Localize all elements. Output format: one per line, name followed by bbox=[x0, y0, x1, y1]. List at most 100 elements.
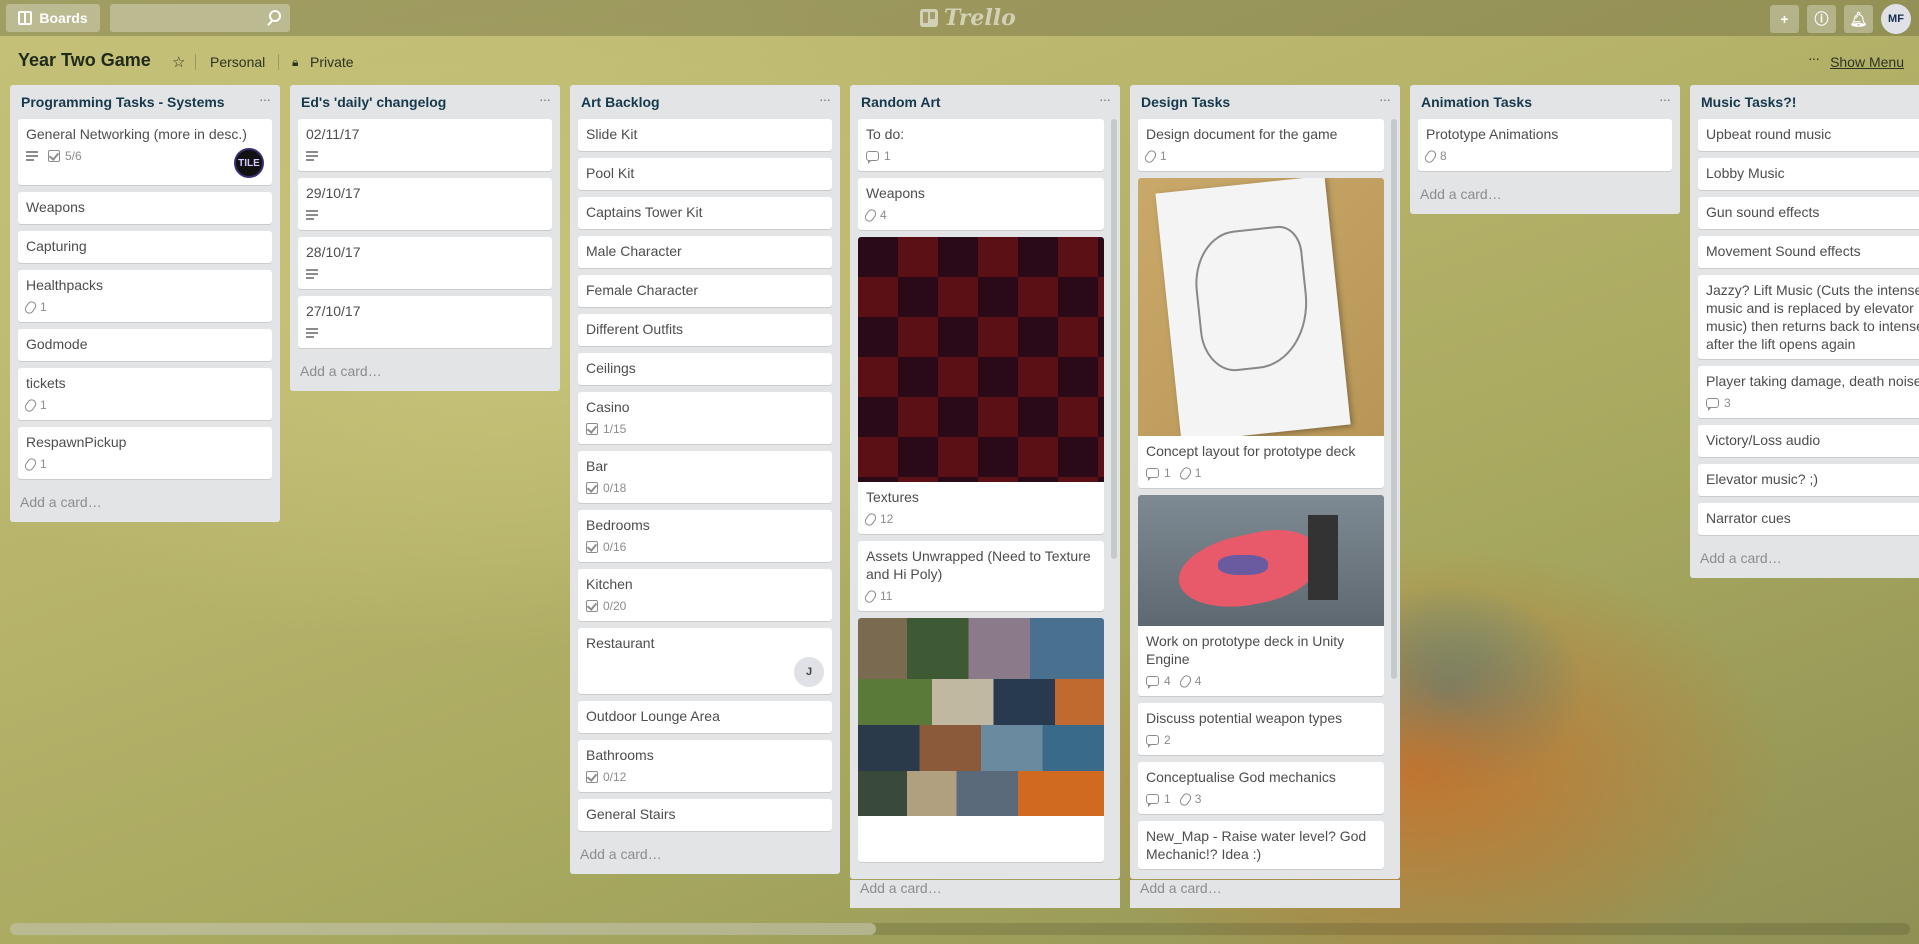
list-menu-icon[interactable]: ··· bbox=[1099, 91, 1111, 107]
list: Programming Tasks - Systems ··· General … bbox=[10, 85, 280, 522]
list-title[interactable]: Music Tasks?! bbox=[1701, 94, 1796, 110]
card[interactable]: Victory/Loss audio bbox=[1698, 425, 1919, 457]
card[interactable]: Discuss potential weapon types 2 bbox=[1138, 703, 1384, 755]
board-title[interactable]: Year Two Game bbox=[18, 50, 151, 71]
card[interactable]: 29/10/17 bbox=[298, 178, 552, 230]
list-menu-icon[interactable]: ··· bbox=[1659, 91, 1671, 107]
list-menu-icon[interactable]: ··· bbox=[819, 91, 831, 107]
list-title[interactable]: Ed's 'daily' changelog bbox=[301, 94, 446, 110]
card[interactable]: Pool Kit bbox=[578, 158, 832, 190]
card[interactable]: Narrator cues bbox=[1698, 503, 1919, 535]
card[interactable]: Assets Unwrapped (Need to Texture and Hi… bbox=[858, 541, 1104, 611]
card[interactable]: RespawnPickup 1 bbox=[18, 427, 272, 479]
list-header[interactable]: Random Art ··· bbox=[850, 85, 1120, 119]
card[interactable] bbox=[858, 618, 1104, 862]
board-visibility[interactable]: Private bbox=[310, 54, 354, 70]
checklist-icon bbox=[586, 771, 598, 783]
card[interactable]: Jazzy? Lift Music (Cuts the intense musi… bbox=[1698, 275, 1919, 359]
card[interactable]: Restaurant J bbox=[578, 628, 832, 694]
list-header[interactable]: Design Tasks ··· bbox=[1130, 85, 1400, 119]
card[interactable]: Upbeat round music bbox=[1698, 119, 1919, 151]
card[interactable]: 02/11/17 bbox=[298, 119, 552, 171]
card[interactable]: Prototype Animations 8 bbox=[1418, 119, 1672, 171]
member-avatar[interactable]: J bbox=[794, 657, 824, 687]
card[interactable]: Work on prototype deck in Unity Engine 4… bbox=[1138, 495, 1384, 696]
list-scrollbar[interactable] bbox=[1391, 119, 1397, 679]
card[interactable]: Bedrooms 0/16 bbox=[578, 510, 832, 562]
card[interactable]: General Stairs bbox=[578, 799, 832, 831]
card[interactable]: Gun sound effects bbox=[1698, 197, 1919, 229]
scrollbar-thumb[interactable] bbox=[10, 923, 876, 935]
card[interactable]: Bathrooms 0/12 bbox=[578, 740, 832, 792]
list-menu-icon[interactable]: ··· bbox=[259, 91, 271, 107]
card[interactable]: Outdoor Lounge Area bbox=[578, 701, 832, 733]
card[interactable]: Captains Tower Kit bbox=[578, 197, 832, 229]
board-horizontal-scrollbar[interactable] bbox=[10, 923, 1910, 935]
list-title[interactable]: Art Backlog bbox=[581, 94, 660, 110]
card[interactable]: Kitchen 0/20 bbox=[578, 569, 832, 621]
add-card-button[interactable]: Add a card… bbox=[10, 486, 280, 522]
list-scroll-area[interactable]: Design document for the game 1 Concept l… bbox=[1130, 119, 1400, 879]
card[interactable]: Healthpacks 1 bbox=[18, 270, 272, 322]
card[interactable]: Different Outfits bbox=[578, 314, 832, 346]
card[interactable]: Bar 0/18 bbox=[578, 451, 832, 503]
list-title[interactable]: Random Art bbox=[861, 94, 941, 110]
add-card-button[interactable]: Add a card… bbox=[1130, 880, 1400, 908]
card-title: Work on prototype deck in Unity Engine bbox=[1146, 633, 1345, 667]
list-header[interactable]: Programming Tasks - Systems ··· bbox=[10, 85, 280, 119]
star-icon[interactable]: ☆ bbox=[172, 53, 185, 71]
list-title[interactable]: Programming Tasks - Systems bbox=[21, 94, 225, 110]
info-button[interactable]: ⓘ bbox=[1807, 5, 1836, 33]
card[interactable]: Conceptualise God mechanics 1 3 bbox=[1138, 762, 1384, 814]
card[interactable]: Casino 1/15 bbox=[578, 392, 832, 444]
card[interactable]: Design document for the game 1 bbox=[1138, 119, 1384, 171]
card[interactable]: General Networking (more in desc.) 5/6 T… bbox=[18, 119, 272, 185]
card[interactable]: Movement Sound effects bbox=[1698, 236, 1919, 268]
card[interactable]: Ceilings bbox=[578, 353, 832, 385]
board-team[interactable]: Personal bbox=[210, 54, 265, 70]
list-title[interactable]: Design Tasks bbox=[1141, 94, 1230, 110]
notifications-button[interactable]: 🔔︎ bbox=[1844, 5, 1873, 33]
card[interactable]: 28/10/17 bbox=[298, 237, 552, 289]
list-scroll-area[interactable]: To do: 1 Weapons 4 Textures 12 Assets Un… bbox=[850, 119, 1120, 879]
card[interactable]: Weapons 4 bbox=[858, 178, 1104, 230]
card[interactable]: Lobby Music bbox=[1698, 158, 1919, 190]
card[interactable]: Slide Kit bbox=[578, 119, 832, 151]
card[interactable]: Female Character bbox=[578, 275, 832, 307]
trello-logo[interactable]: Trello bbox=[920, 3, 1016, 33]
card-title: Weapons bbox=[866, 185, 925, 201]
list-header[interactable]: Animation Tasks ··· bbox=[1410, 85, 1680, 119]
card-title: Captains Tower Kit bbox=[586, 204, 703, 220]
card[interactable]: Capturing bbox=[18, 231, 272, 263]
list-scrollbar[interactable] bbox=[1111, 119, 1117, 559]
list-header[interactable]: Art Backlog ··· bbox=[570, 85, 840, 119]
list-menu-icon[interactable]: ··· bbox=[539, 91, 551, 107]
card[interactable]: Player taking damage, death noise 3 bbox=[1698, 366, 1919, 418]
add-card-button[interactable]: Add a card… bbox=[850, 880, 1120, 908]
card[interactable]: Concept layout for prototype deck 1 1 bbox=[1138, 178, 1384, 488]
add-card-button[interactable]: Add a card… bbox=[290, 355, 560, 391]
search-icon[interactable] bbox=[269, 10, 281, 22]
list-header[interactable]: Music Tasks?! bbox=[1690, 85, 1919, 119]
card[interactable]: New_Map - Raise water level? God Mechani… bbox=[1138, 821, 1384, 869]
card[interactable]: To do: 1 bbox=[858, 119, 1104, 171]
add-card-button[interactable]: Add a card… bbox=[1690, 542, 1919, 578]
boards-button[interactable]: Boards bbox=[6, 4, 100, 32]
user-avatar[interactable]: MF bbox=[1881, 4, 1911, 34]
add-card-button[interactable]: Add a card… bbox=[570, 838, 840, 874]
search-input[interactable] bbox=[110, 4, 290, 32]
card[interactable]: Godmode bbox=[18, 329, 272, 361]
card[interactable]: 27/10/17 bbox=[298, 296, 552, 348]
list-title[interactable]: Animation Tasks bbox=[1421, 94, 1532, 110]
card[interactable]: Textures 12 bbox=[858, 237, 1104, 534]
card[interactable]: tickets 1 bbox=[18, 368, 272, 420]
card[interactable]: Male Character bbox=[578, 236, 832, 268]
list-menu-icon[interactable]: ··· bbox=[1379, 91, 1391, 107]
card[interactable]: Weapons bbox=[18, 192, 272, 224]
member-avatar[interactable]: TILE bbox=[234, 148, 264, 178]
show-menu-button[interactable]: Show Menu bbox=[1830, 54, 1904, 70]
card[interactable]: Elevator music? ;) bbox=[1698, 464, 1919, 496]
create-button[interactable]: + bbox=[1770, 5, 1799, 33]
add-card-button[interactable]: Add a card… bbox=[1410, 178, 1680, 214]
list-header[interactable]: Ed's 'daily' changelog ··· bbox=[290, 85, 560, 119]
